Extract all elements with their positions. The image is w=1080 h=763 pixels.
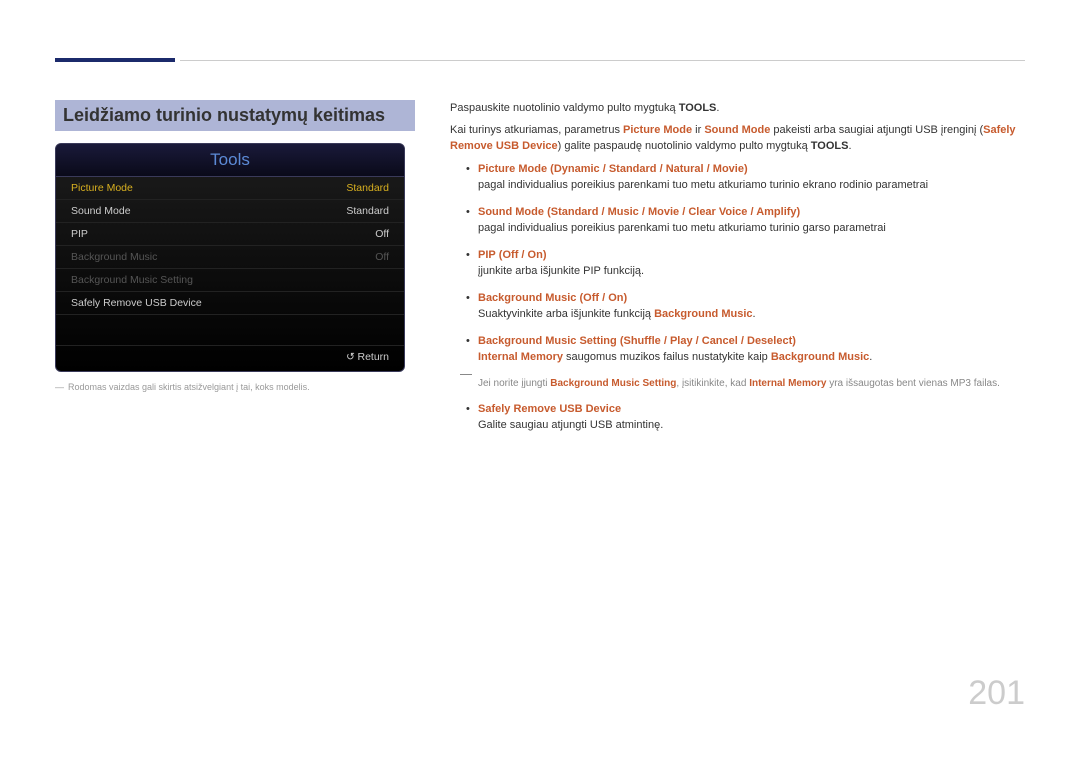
item-usb: Safely Remove USB Device Galite saugiau … [450, 401, 1025, 434]
item-bgm: Background Music (Off / On) Suaktyvinkit… [450, 290, 1025, 323]
tools-row-value: Off [375, 228, 389, 240]
tools-panel-title: Tools [56, 144, 404, 177]
tools-row-sound-mode: Sound Mode Standard [56, 200, 404, 223]
item-bgm-setting: Background Music Setting (Shuffle / Play… [450, 333, 1025, 366]
tools-row-value: Off [375, 251, 389, 263]
tools-row-value: Standard [346, 182, 389, 194]
return-label: Return [357, 351, 389, 363]
tools-row-bgm: Background Music Off [56, 246, 404, 269]
page-number: 201 [968, 674, 1025, 713]
section-heading: Leidžiamo turinio nustatymų keitimas [55, 100, 415, 131]
tools-row-label: PIP [71, 228, 88, 240]
body-text: Paspauskite nuotolinio valdymo pulto myg… [450, 100, 1025, 444]
tools-row-usb: Safely Remove USB Device [56, 292, 404, 315]
tools-row-label: Safely Remove USB Device [71, 297, 202, 309]
tools-row-pip: PIP Off [56, 223, 404, 246]
return-icon: ↻ [346, 351, 355, 363]
dash-icon [460, 374, 472, 375]
top-rule [180, 60, 1025, 61]
tools-row-label: Background Music [71, 251, 157, 263]
sub-note: Jei norite įjungti Background Music Sett… [450, 376, 1025, 391]
tools-row-label: Background Music Setting [71, 274, 193, 286]
tools-panel: Tools Picture Mode Standard Sound Mode S… [55, 143, 405, 372]
tools-row-label: Picture Mode [71, 182, 133, 194]
footnote: ― Rodomas vaizdas gali skirtis atsižvelgi… [55, 382, 415, 392]
footnote-text: Rodomas vaizdas gali skirtis atsižvelgia… [68, 382, 310, 392]
tools-row-picture-mode: Picture Mode Standard [56, 177, 404, 200]
tools-footer: ↻Return [56, 345, 404, 371]
item-picture-mode: Picture Mode (Dynamic / Standard / Natur… [450, 161, 1025, 194]
footnote-dash: ― [55, 382, 64, 392]
tools-row-value: Standard [346, 205, 389, 217]
tools-row-bgm-setting: Background Music Setting [56, 269, 404, 292]
tools-row-label: Sound Mode [71, 205, 131, 217]
accent-bar [55, 58, 175, 62]
item-pip: PIP (Off / On) įjunkite arba išjunkite P… [450, 247, 1025, 280]
item-sound-mode: Sound Mode (Standard / Music / Movie / C… [450, 204, 1025, 237]
